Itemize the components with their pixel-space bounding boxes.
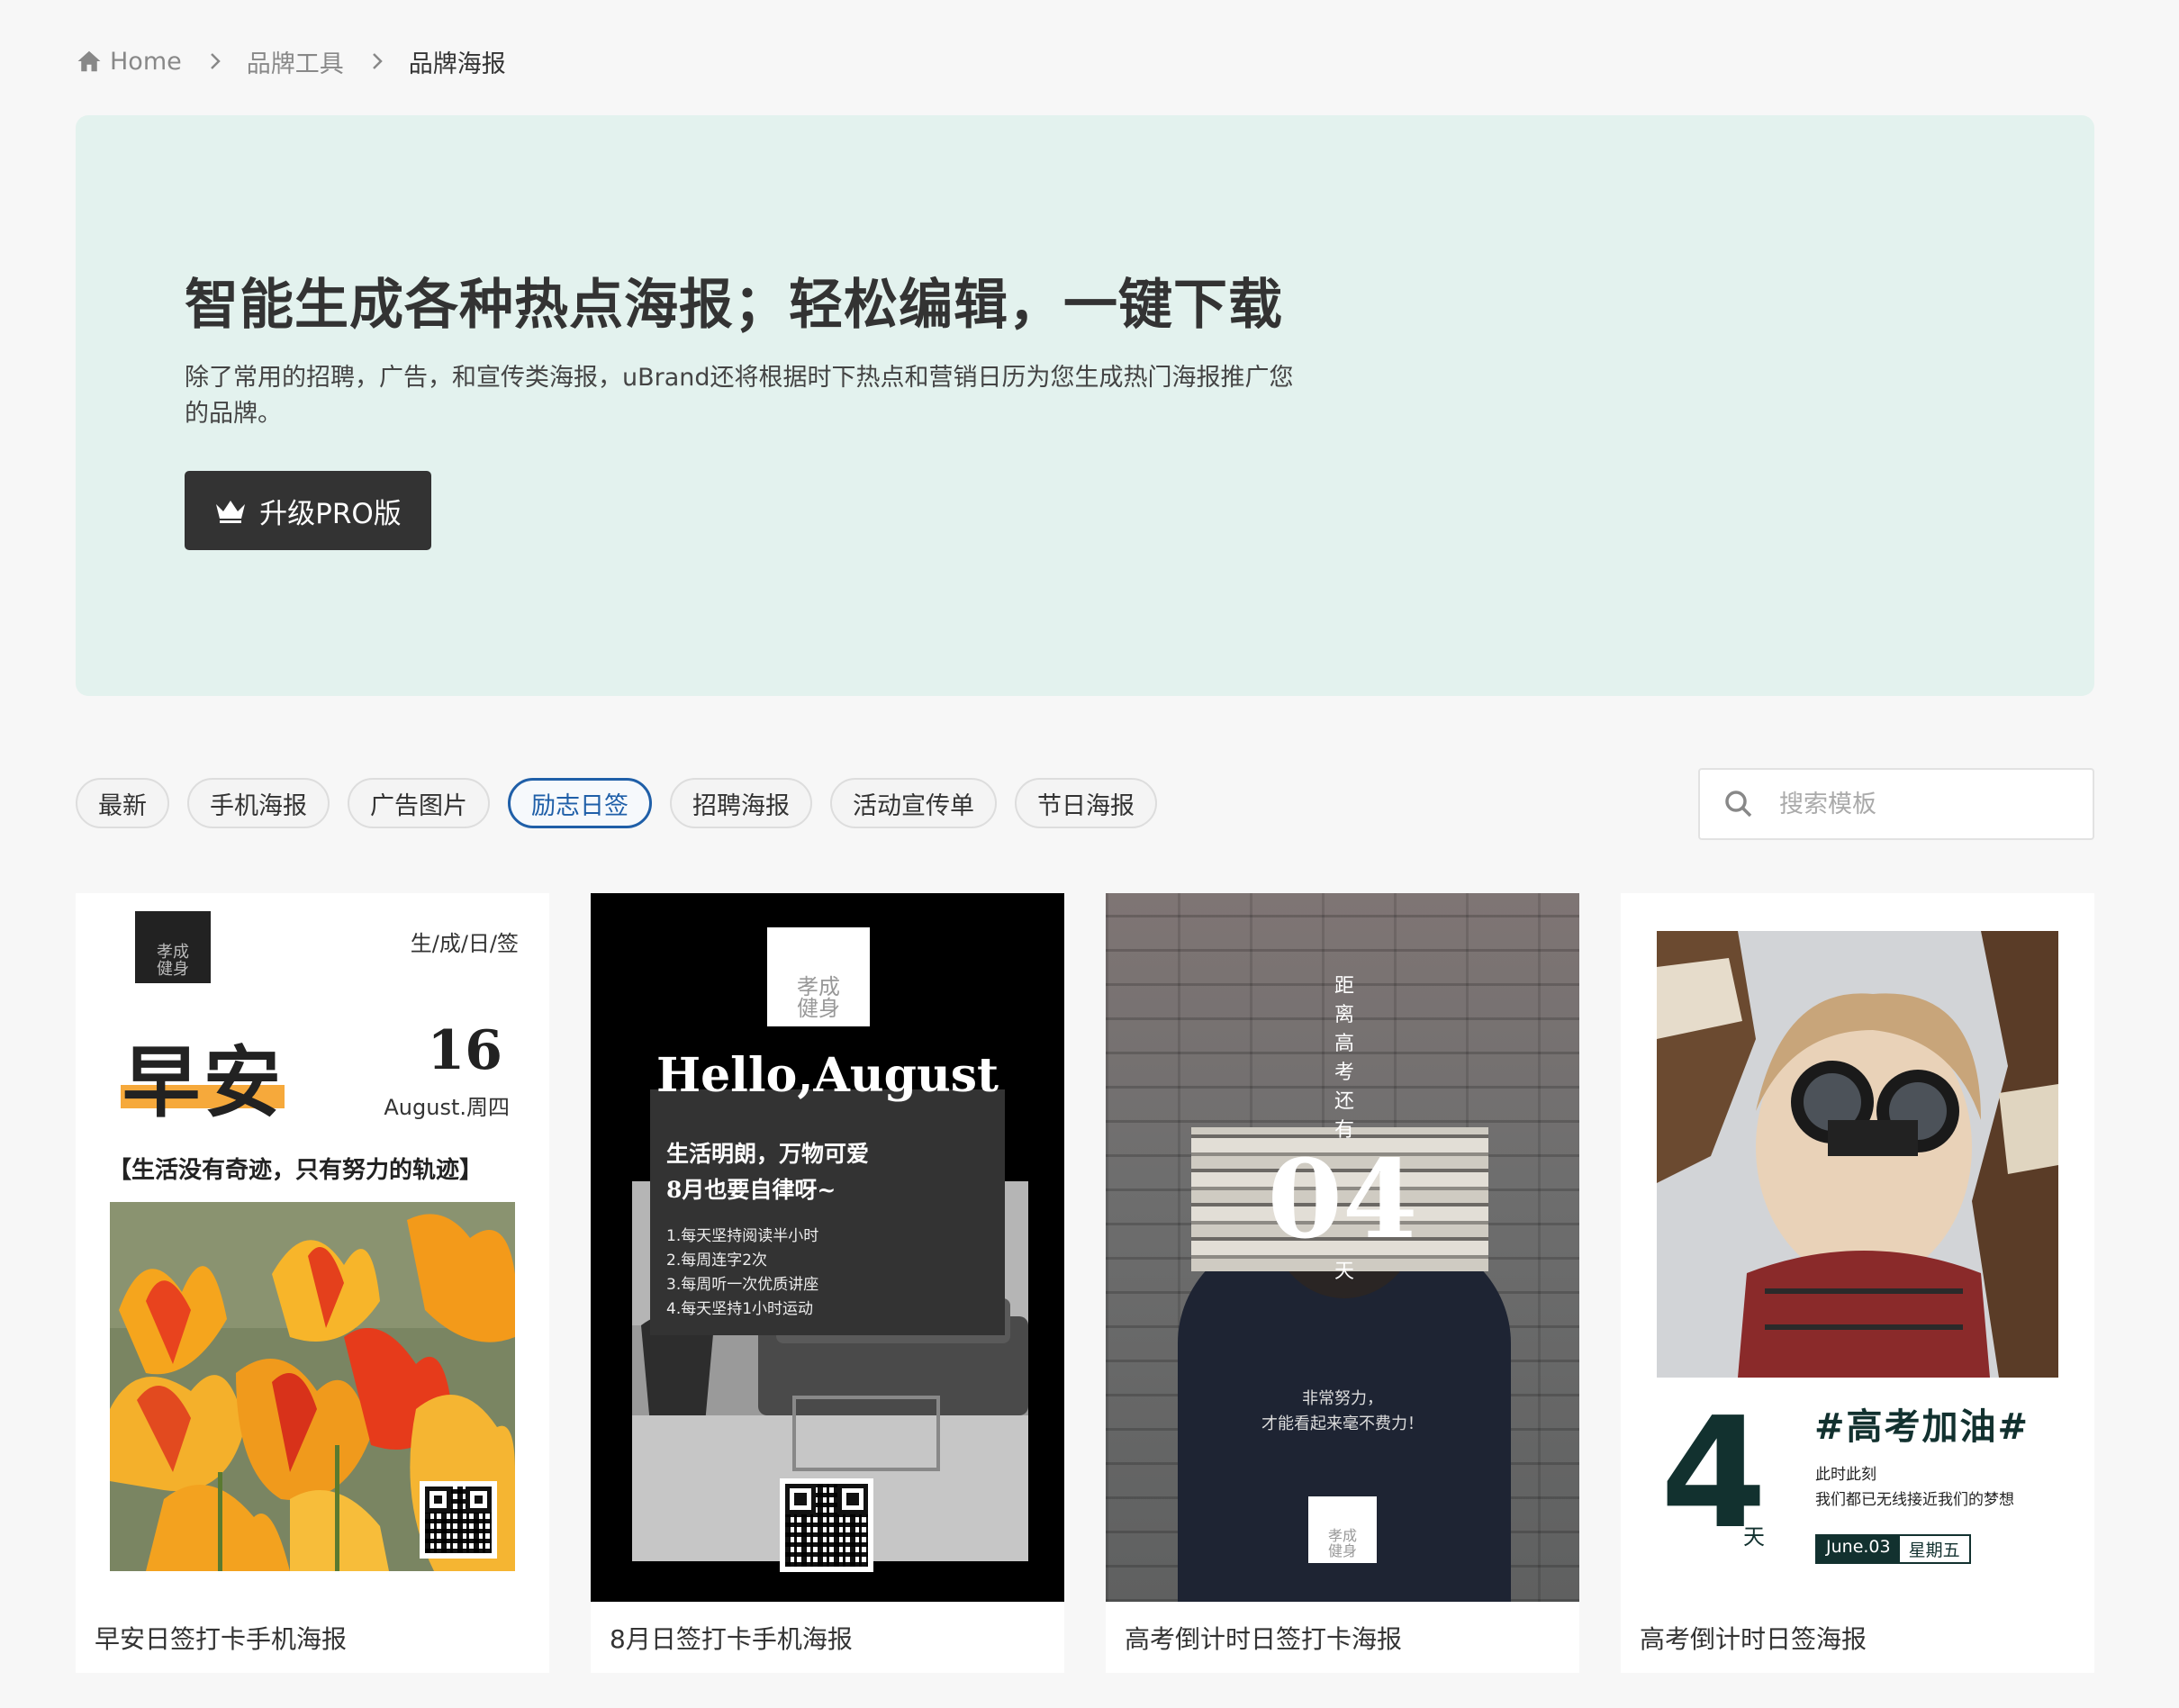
search-icon xyxy=(1725,791,1752,818)
poster-unit: 天 xyxy=(1743,1524,1765,1550)
poster-list: 1.每天坚持阅读半小时 2.每周连字2次 3.每周听一次优质讲座 4.每天坚持1… xyxy=(666,1225,818,1322)
poster-text-line1: 此时此刻 xyxy=(1815,1466,1876,1484)
qr-code xyxy=(420,1481,497,1559)
filter-daily-motivation[interactable]: 励志日签 xyxy=(508,778,652,828)
poster-line1: 生活明朗，万物可爱 8月也要自律呀~ xyxy=(666,1136,869,1208)
hero-description: 除了常用的招聘，广告，和宣传类海报，uBrand还将根据时下热点和营销日历为您生… xyxy=(185,364,1294,428)
binoculars-photo xyxy=(1657,931,2058,1378)
filter-holiday-poster[interactable]: 节日海报 xyxy=(1015,778,1157,828)
chevron-right-icon xyxy=(371,51,384,71)
list-item: 4.每天坚持1小时运动 xyxy=(666,1300,814,1318)
search-input[interactable] xyxy=(1779,790,2067,818)
poster-day: 16 xyxy=(427,1019,503,1082)
filter-mobile-poster[interactable]: 手机海报 xyxy=(187,778,330,828)
crown-icon xyxy=(216,501,246,523)
poster-unit: 天 xyxy=(1334,1261,1354,1283)
template-thumbnail: 距离高考还有 04 天 非常努力， 才能看起来毫不费力！ 孝成 健身 xyxy=(1106,893,1579,1602)
poster-vertical-text: 距离高考还有 xyxy=(1334,975,1354,1142)
poster-month: August.周四 xyxy=(384,1095,510,1120)
list-item: 1.每天坚持阅读半小时 xyxy=(666,1227,819,1245)
brand-logo: 孝成 健身 xyxy=(135,911,211,983)
poster-date: June.03 星期五 xyxy=(1815,1534,1971,1564)
chevron-right-icon xyxy=(209,51,222,71)
breadcrumb-home[interactable]: Home xyxy=(76,48,182,76)
poster-quote: 【生活没有奇迹，只有努力的轨迹】 xyxy=(108,1157,484,1184)
filter-recruitment-poster[interactable]: 招聘海报 xyxy=(670,778,812,828)
hero-title: 智能生成各种热点海报；轻松编辑，一键下载 xyxy=(185,274,1283,337)
template-thumbnail: 孝成 健身 Hello,August 生活明朗，万物可爱 8月也要自律呀~ 1.… xyxy=(591,893,1064,1602)
template-title: 早安日签打卡手机海报 xyxy=(95,1623,348,1654)
breadcrumb-current: 品牌海报 xyxy=(408,50,506,78)
poster-slogan: 非常努力， 才能看起来毫不费力！ xyxy=(1106,1387,1579,1437)
poster-tag: #高考加油# xyxy=(1814,1406,2030,1448)
breadcrumb-home-label: Home xyxy=(110,47,182,76)
poster-line1-text: 生活明朗，万物可爱 xyxy=(666,1141,870,1167)
poster-weekday: 星期五 xyxy=(1908,1541,1960,1560)
search-box xyxy=(1698,768,2094,840)
poster-slogan-line2: 才能看起来毫不费力！ xyxy=(1261,1414,1424,1433)
tulip-photo xyxy=(110,1202,515,1571)
hero-banner: 智能生成各种热点海报；轻松编辑，一键下载 除了常用的招聘，广告，和宣传类海报，u… xyxy=(76,115,2094,696)
template-thumbnail: 孝成 健身 生/成/日/签 早安 16 August.周四 【生活没有奇迹，只有… xyxy=(76,893,549,1602)
brand-logo: 孝成 健身 xyxy=(1308,1496,1377,1563)
list-item: 2.每周连字2次 xyxy=(666,1252,768,1270)
poster-text-line2: 我们都已无线接近我们的梦想 xyxy=(1815,1491,2014,1509)
poster-headline: 早安 xyxy=(122,1037,285,1128)
template-title: 高考倒计时日签打卡海报 xyxy=(1125,1623,1403,1654)
poster-slogan-line1: 非常努力， xyxy=(1302,1389,1383,1408)
poster-text: 此时此刻 我们都已无线接近我们的梦想 xyxy=(1815,1462,2014,1513)
filter-event-flyer[interactable]: 活动宣传单 xyxy=(830,778,997,828)
template-card[interactable]: 距离高考还有 04 天 非常努力， 才能看起来毫不费力！ 孝成 健身 高考倒计时… xyxy=(1106,893,1579,1673)
brand-logo: 孝成 健身 xyxy=(767,927,870,1026)
template-title: 高考倒计时日签海报 xyxy=(1640,1623,1867,1654)
poster-headline: Hello,August xyxy=(656,1048,999,1103)
filter-latest[interactable]: 最新 xyxy=(76,778,169,828)
template-title: 8月日签打卡手机海报 xyxy=(610,1623,853,1654)
poster-tag: 生/成/日/签 xyxy=(410,931,519,956)
template-card[interactable]: 4 天 #高考加油# 此时此刻 我们都已无线接近我们的梦想 June.03 星期… xyxy=(1621,893,2094,1673)
poster-line2-text: 8月也要自律呀~ xyxy=(666,1177,836,1203)
template-thumbnail: 4 天 #高考加油# 此时此刻 我们都已无线接近我们的梦想 June.03 星期… xyxy=(1621,893,2094,1602)
qr-code xyxy=(780,1478,873,1572)
upgrade-pro-label: 升级PRO版 xyxy=(259,497,402,530)
breadcrumb-brand-tools[interactable]: 品牌工具 xyxy=(247,44,344,79)
list-item: 3.每周听一次优质讲座 xyxy=(666,1276,819,1294)
upgrade-pro-button[interactable]: 升级PRO版 xyxy=(185,471,431,550)
poster-date-value: June.03 xyxy=(1817,1536,1900,1562)
template-card[interactable]: 孝成 健身 生/成/日/签 早安 16 August.周四 【生活没有奇迹，只有… xyxy=(76,893,549,1673)
poster-countdown-number: 04 xyxy=(1267,1136,1418,1263)
template-card[interactable]: 孝成 健身 Hello,August 生活明朗，万物可爱 8月也要自律呀~ 1.… xyxy=(591,893,1064,1673)
breadcrumb: Home 品牌工具 品牌海报 xyxy=(76,43,506,79)
filter-ad-image[interactable]: 广告图片 xyxy=(348,778,490,828)
home-icon xyxy=(77,50,101,72)
category-filters: 最新 手机海报 广告图片 励志日签 招聘海报 活动宣传单 节日海报 xyxy=(76,778,1157,828)
